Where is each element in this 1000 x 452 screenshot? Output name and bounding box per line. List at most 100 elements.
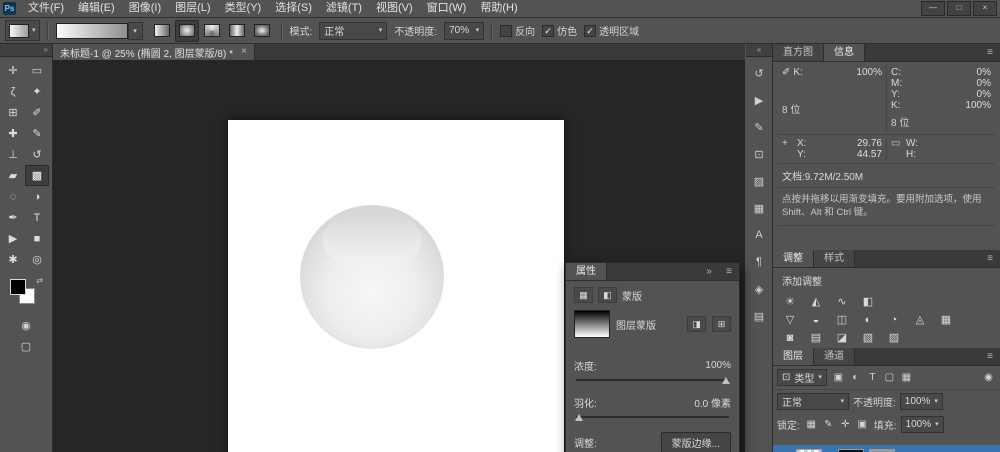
vector-mask-icon[interactable]: ◧ bbox=[598, 287, 617, 303]
filter-smart-object-icon[interactable]: ▦ bbox=[899, 372, 914, 383]
color-panel-icon[interactable]: ▨ bbox=[750, 172, 768, 190]
filter-adjustment-layers-icon[interactable]: ◐ bbox=[848, 372, 863, 383]
brightness-contrast-icon[interactable]: ☀ bbox=[782, 295, 798, 308]
levels-icon[interactable]: ◭ bbox=[808, 295, 824, 308]
collapse-panel-icon[interactable]: » bbox=[699, 263, 719, 280]
layer-blend-mode-select[interactable]: 正常 ▾ bbox=[777, 393, 849, 410]
menu-item[interactable]: 窗口(W) bbox=[420, 0, 474, 17]
linear-gradient-button[interactable] bbox=[150, 20, 174, 42]
zoom-tool[interactable]: ◎ bbox=[25, 249, 49, 270]
hand-tool[interactable]: ✱ bbox=[1, 249, 25, 270]
history-brush-tool[interactable]: ↺ bbox=[25, 144, 49, 165]
document-tab[interactable]: 未标题-1 @ 25% (椭圆 2, 图层蒙版/8) * × bbox=[53, 44, 255, 60]
filter-type-layers-icon[interactable]: T bbox=[865, 372, 880, 383]
styles-panel-icon[interactable]: ◈ bbox=[750, 280, 768, 298]
shape-tool[interactable]: ■ bbox=[25, 228, 49, 249]
curves-icon[interactable]: ∿ bbox=[834, 295, 850, 308]
tab-channels[interactable]: 通道 bbox=[814, 348, 855, 365]
filter-pixel-layers-icon[interactable]: ▣ bbox=[831, 372, 846, 383]
tool-preset-picker[interactable]: ▾ bbox=[5, 20, 40, 41]
menu-item[interactable]: 图像(I) bbox=[122, 0, 168, 17]
menu-item[interactable]: 编辑(E) bbox=[71, 0, 122, 17]
quick-mask-button[interactable]: ◉ bbox=[21, 319, 31, 332]
gradient-tool[interactable]: ▩ bbox=[25, 165, 49, 186]
color-lookup-icon[interactable]: ▦ bbox=[938, 313, 954, 326]
lasso-tool[interactable]: ζ bbox=[1, 81, 25, 102]
tab-styles[interactable]: 样式 bbox=[814, 250, 855, 267]
panel-menu-icon[interactable]: ≡ bbox=[980, 44, 1000, 61]
menu-item[interactable]: 选择(S) bbox=[268, 0, 319, 17]
posterize-icon[interactable]: ▤ bbox=[808, 331, 824, 344]
menu-item[interactable]: 类型(Y) bbox=[218, 0, 269, 17]
menu-item[interactable]: 视图(V) bbox=[369, 0, 420, 17]
brush-panel-icon[interactable]: ✎ bbox=[750, 118, 768, 136]
add-vector-mask-button[interactable]: ⊞ bbox=[712, 316, 731, 332]
move-tool[interactable]: ✛ bbox=[1, 60, 25, 81]
minimize-button[interactable]: — bbox=[921, 1, 945, 16]
layer-opacity-input[interactable]: 100% ▾ bbox=[900, 393, 943, 410]
lock-pixels-icon[interactable]: ✎ bbox=[821, 419, 836, 430]
screen-mode-button[interactable]: ▢ bbox=[21, 340, 31, 353]
gradient-picker[interactable]: ▾ bbox=[56, 22, 143, 40]
panel-menu-icon[interactable]: ≡ bbox=[719, 263, 739, 280]
black-white-icon[interactable]: ◐ bbox=[860, 313, 876, 326]
filter-shape-layers-icon[interactable]: ▢ bbox=[882, 372, 897, 383]
paragraph-panel-icon[interactable]: ¶ bbox=[750, 253, 768, 271]
menu-item[interactable]: 滤镜(T) bbox=[319, 0, 369, 17]
eyedropper-tool[interactable]: ✐ bbox=[25, 102, 49, 123]
mask-thumbnail[interactable] bbox=[574, 310, 610, 338]
menu-item[interactable]: 图层(L) bbox=[168, 0, 217, 17]
type-tool[interactable]: T bbox=[25, 207, 49, 228]
channels-panel-icon[interactable]: ▤ bbox=[750, 307, 768, 325]
radial-gradient-button[interactable] bbox=[175, 20, 199, 42]
panel-menu-icon[interactable]: ≡ bbox=[980, 250, 1000, 267]
chevron-down-icon[interactable]: ▾ bbox=[128, 22, 143, 40]
blend-mode-select[interactable]: 正常 ▾ bbox=[319, 22, 387, 40]
reverse-checkbox[interactable]: 反向 bbox=[500, 23, 535, 38]
history-panel-icon[interactable]: ↺ bbox=[750, 64, 768, 82]
threshold-icon[interactable]: ◪ bbox=[834, 331, 850, 344]
slider-handle[interactable] bbox=[575, 414, 583, 421]
photo-filter-icon[interactable]: ◔ bbox=[886, 313, 902, 326]
expand-panels-icon[interactable]: « bbox=[746, 44, 772, 57]
path-selection-tool[interactable]: ▶ bbox=[1, 228, 25, 249]
actions-panel-icon[interactable]: ▶ bbox=[750, 91, 768, 109]
invert-icon[interactable]: ◙ bbox=[782, 331, 798, 344]
feather-slider[interactable] bbox=[576, 416, 729, 418]
tab-info[interactable]: 信息 bbox=[824, 44, 865, 61]
dither-checkbox[interactable]: ✓ 仿色 bbox=[542, 23, 577, 38]
tab-layers[interactable]: 图层 bbox=[773, 348, 814, 365]
hue-saturation-icon[interactable]: ◒ bbox=[808, 313, 824, 326]
swap-colors-icon[interactable]: ⇄ bbox=[36, 276, 43, 285]
channel-mixer-icon[interactable]: ◬ bbox=[912, 313, 928, 326]
document-page[interactable] bbox=[228, 120, 564, 452]
lock-all-icon[interactable]: ▣ bbox=[855, 419, 870, 430]
brush-tool[interactable]: ✎ bbox=[25, 123, 49, 144]
reflected-gradient-button[interactable] bbox=[225, 20, 249, 42]
tab-histogram[interactable]: 直方图 bbox=[773, 44, 824, 61]
selective-color-icon[interactable]: ▨ bbox=[886, 331, 902, 344]
density-slider[interactable] bbox=[576, 379, 729, 381]
layer-filter-select[interactable]: ⊡ 类型 ▾ bbox=[777, 369, 827, 386]
lock-position-icon[interactable]: ✛ bbox=[838, 419, 853, 430]
add-pixel-mask-button[interactable]: ◨ bbox=[687, 316, 706, 332]
clone-source-panel-icon[interactable]: ⊡ bbox=[750, 145, 768, 163]
healing-brush-tool[interactable]: ✚ bbox=[1, 123, 25, 144]
opacity-input[interactable]: 70% ▾ bbox=[444, 22, 484, 40]
exposure-icon[interactable]: ◧ bbox=[860, 295, 876, 308]
lock-transparency-icon[interactable]: ▦ bbox=[804, 419, 819, 430]
pen-tool[interactable]: ✒ bbox=[1, 207, 25, 228]
tab-adjustments[interactable]: 调整 bbox=[773, 250, 814, 267]
menu-item[interactable]: 文件(F) bbox=[21, 0, 71, 17]
pixel-mask-icon[interactable]: ▦ bbox=[574, 287, 593, 303]
mask-edge-button[interactable]: 蒙版边缘... bbox=[661, 432, 731, 452]
menu-item[interactable]: 帮助(H) bbox=[473, 0, 524, 17]
blur-tool[interactable]: ◌ bbox=[1, 186, 25, 207]
tab-properties[interactable]: 属性 bbox=[566, 263, 607, 280]
rectangular-marquee-tool[interactable]: ▭ bbox=[25, 60, 49, 81]
close-button[interactable]: × bbox=[973, 1, 997, 16]
clone-stamp-tool[interactable]: ⊥ bbox=[1, 144, 25, 165]
color-balance-icon[interactable]: ◫ bbox=[834, 313, 850, 326]
dodge-tool[interactable]: ◑ bbox=[25, 186, 49, 207]
layer-row-selected[interactable]: ∞ 椭圆 2 bbox=[773, 445, 1000, 452]
